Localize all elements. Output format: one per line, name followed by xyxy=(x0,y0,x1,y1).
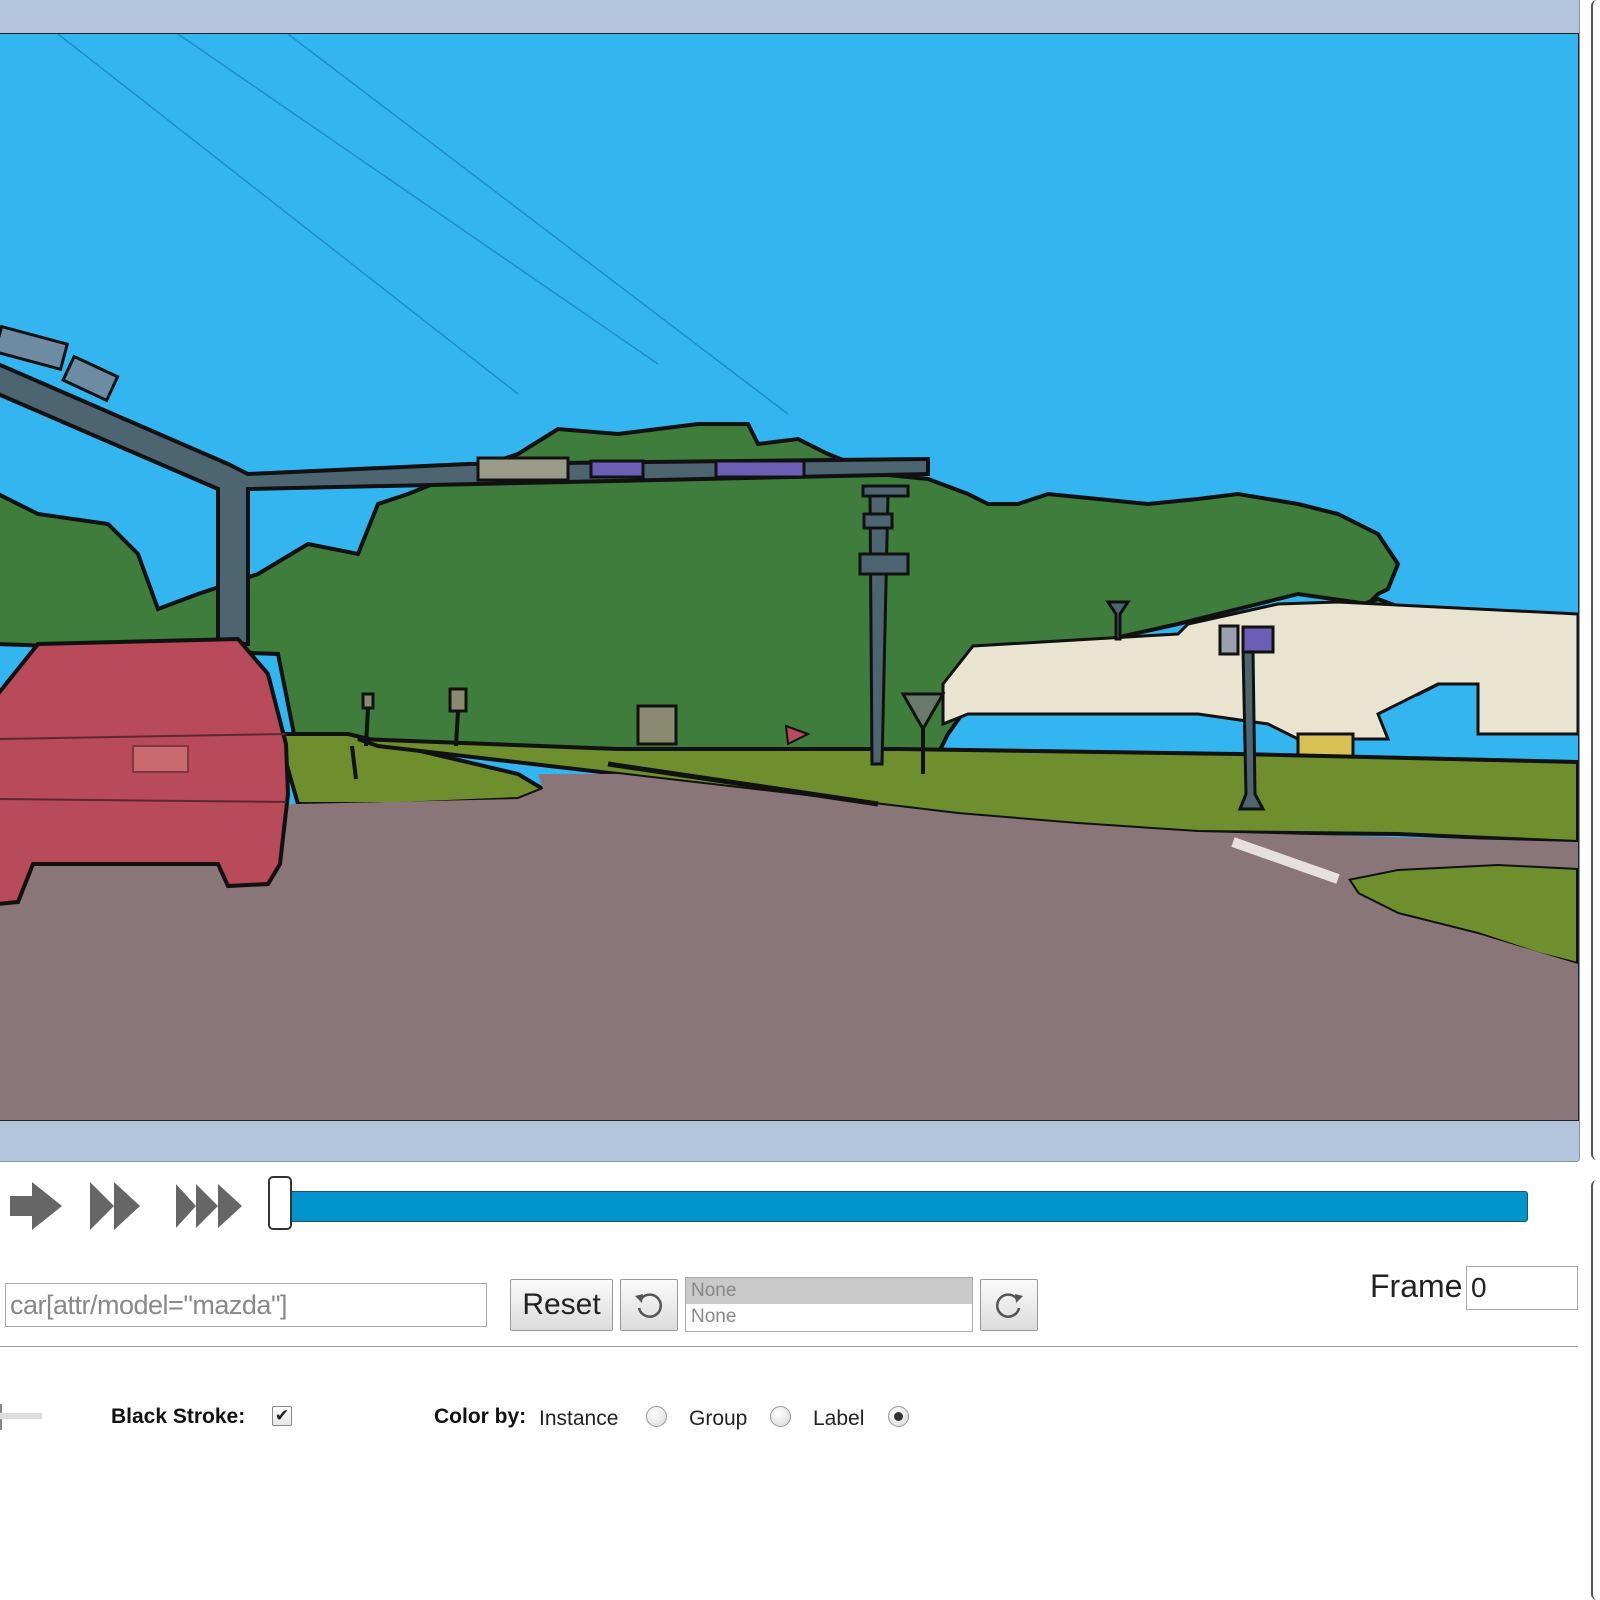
frame-label: Frame xyxy=(1370,1268,1463,1304)
color-by-group-label: Group xyxy=(689,1407,748,1430)
frame-slider-track[interactable] xyxy=(280,1191,1528,1222)
undo-button[interactable] xyxy=(620,1279,678,1331)
black-stroke-checkbox[interactable]: ✔ xyxy=(272,1406,292,1426)
play-icon[interactable] xyxy=(6,1176,66,1236)
query-history-list[interactable]: None None xyxy=(685,1277,973,1332)
opacity-slider[interactable] xyxy=(0,1413,42,1419)
history-item[interactable]: None xyxy=(686,1278,972,1304)
traffic-light xyxy=(714,459,806,479)
viewer-panel xyxy=(0,0,1580,1162)
right-panel-edge xyxy=(1591,0,1600,1160)
undo-icon xyxy=(635,1293,662,1318)
frame-slider-handle[interactable] xyxy=(268,1176,292,1230)
color-by-label: Color by: xyxy=(434,1405,527,1428)
traffic-light xyxy=(589,459,645,479)
annotated-image-canvas[interactable] xyxy=(0,33,1579,1121)
color-by-instance-radio[interactable] xyxy=(646,1406,667,1427)
redo-icon xyxy=(996,1293,1023,1318)
query-input[interactable]: car[attr/model="mazda"] xyxy=(5,1283,487,1327)
black-stroke-label: Black Stroke: xyxy=(111,1405,246,1428)
color-by-label-radio[interactable] xyxy=(888,1406,909,1427)
reset-button[interactable]: Reset xyxy=(510,1279,613,1331)
section-divider xyxy=(0,1346,1578,1347)
color-by-group-radio[interactable] xyxy=(770,1406,791,1427)
fastest-forward-icon[interactable] xyxy=(174,1176,244,1236)
traffic-sign xyxy=(476,456,570,482)
history-item[interactable]: None xyxy=(686,1304,972,1330)
traffic-light xyxy=(1241,625,1275,654)
redo-button[interactable] xyxy=(980,1279,1038,1331)
right-panel-edge xyxy=(1591,1180,1600,1600)
fast-forward-icon[interactable] xyxy=(88,1176,144,1236)
color-by-instance-label: Instance xyxy=(539,1407,619,1430)
frame-input[interactable]: 0 xyxy=(1466,1266,1578,1310)
color-by-label-label: Label xyxy=(813,1407,865,1430)
